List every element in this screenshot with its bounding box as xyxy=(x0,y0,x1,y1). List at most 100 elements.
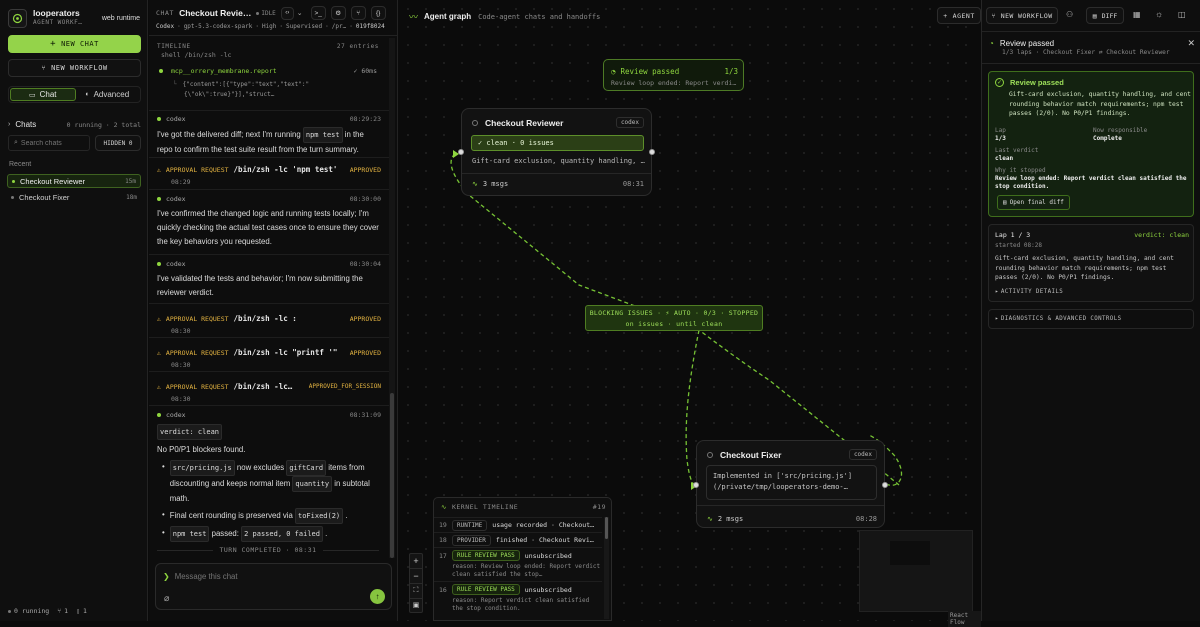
checkout-reviewer-node[interactable]: Checkout Reviewer codex ✓ clean · 0 issu… xyxy=(458,108,655,196)
kernel-timeline: ∿ KERNEL TIMELINE #19 19 RUNTIME usage r… xyxy=(433,497,612,621)
node-output-handle[interactable] xyxy=(649,149,655,155)
codex-label: codex xyxy=(166,115,186,123)
review-passed-node[interactable]: ◔ Review passed 1/3 Review loop ended: R… xyxy=(603,59,744,91)
kernel-row[interactable]: 18 PROVIDER finished · Checkout Revi… xyxy=(434,532,602,547)
node-input-handle[interactable] xyxy=(458,149,464,155)
provider-tag: codex xyxy=(848,449,877,460)
tab-chat[interactable]: ▭ Chat xyxy=(10,88,76,101)
close-icon[interactable]: ✕ xyxy=(1187,38,1195,49)
footer-branches: 1 xyxy=(64,607,69,615)
settings-sliders-button[interactable]: ⚙ xyxy=(330,6,346,20)
reviewer-status-bar: ✓ clean · 0 issues xyxy=(471,135,644,151)
advanced-icon: ◐ xyxy=(85,91,90,98)
idle-status: IDLE xyxy=(256,10,276,17)
sidebar: looperators AGENT WORKF… web runtime + NE… xyxy=(0,0,148,621)
zoom-out-button[interactable]: − xyxy=(410,569,422,584)
chat-title: Checkout Revie… xyxy=(179,8,252,18)
node-input-handle[interactable] xyxy=(693,482,699,488)
diff-icon: ▤ xyxy=(1003,199,1007,206)
warning-icon: ⚠ xyxy=(157,165,161,174)
tool-name: mcp__orrery_membrane.report xyxy=(171,67,277,75)
timeline-scrollbar[interactable] xyxy=(389,38,395,558)
chevron-down-icon[interactable]: ⌄ xyxy=(297,9,303,17)
minimap-node xyxy=(890,541,930,565)
pulse-icon: ∿ xyxy=(441,503,447,511)
message-input[interactable] xyxy=(174,572,375,581)
message-codex: codex 08:30:04 I've validated the tests … xyxy=(149,256,389,304)
codex-dot-icon xyxy=(157,117,161,121)
json-button[interactable]: {} xyxy=(370,6,386,20)
code-view-button[interactable]: ‹› xyxy=(280,6,294,20)
file-icon: ▯ xyxy=(76,607,80,615)
approval-request: ⚠ APPROVAL REQUEST /bin/zsh -lc… APPROVE… xyxy=(149,373,389,406)
checkout-fixer-node[interactable]: Checkout Fixer codex Implemented in ['sr… xyxy=(693,440,888,528)
hidden-chats-button[interactable]: HIDDEN 0 xyxy=(95,135,141,151)
bullet-list: • src/pricing.js now excludes giftCard it… xyxy=(157,460,381,542)
approval-label: APPROVAL REQUEST xyxy=(165,165,229,174)
kernel-row[interactable]: 16 RULE REVIEW PASS unsubscribed reason:… xyxy=(434,581,602,615)
sidebar-tabs: ▭ Chat ◐ Advanced xyxy=(8,86,141,103)
timeline-header: TIMELINE 27 entries xyxy=(157,43,379,50)
sun-icon[interactable]: ☼ xyxy=(1155,9,1163,19)
chats-header: › Chats 0 running · 2 total xyxy=(8,120,141,129)
new-chat-button[interactable]: + NEW CHAT xyxy=(8,35,141,53)
workflow-icon: ⑂ xyxy=(41,64,47,72)
composer: ❯ ⌀ ↑ xyxy=(155,563,392,610)
terminal-button[interactable]: >_ xyxy=(310,6,326,20)
lock-icon[interactable]: ▣ xyxy=(410,599,422,613)
tool-duration: ✓ 60ms xyxy=(353,67,377,75)
sidebar-item-checkout-fixer[interactable]: Checkout Fixer 18m xyxy=(7,190,141,204)
verdict-code: verdict: clean xyxy=(157,424,223,440)
activity-details-toggle[interactable]: ▸ ACTIVITY DETAILS xyxy=(995,289,1063,295)
search-input[interactable] xyxy=(20,139,87,147)
layout-icon[interactable]: ▦ xyxy=(1133,10,1141,19)
check-circle-icon: ✓ xyxy=(995,78,1004,87)
prompt-chevron-icon: ❯ xyxy=(163,572,170,581)
approval-request: ⚠ APPROVAL REQUEST /bin/zsh -lc 'npm tes… xyxy=(149,158,389,190)
fit-view-button[interactable]: ⛶ xyxy=(410,584,422,599)
branch-button[interactable]: ⑂ xyxy=(350,6,366,20)
new-workflow-button[interactable]: ⑂ NEW WORKFLOW xyxy=(8,59,141,77)
people-icon[interactable]: ⚇ xyxy=(1066,10,1073,19)
new-workflow-top-button[interactable]: ⑂ NEW WORKFLOW xyxy=(986,7,1058,24)
sidebar-item-label: Checkout Reviewer xyxy=(20,176,86,186)
agent-graph-canvas[interactable]: 〰 Agent graph Code-agent chats and hando… xyxy=(399,0,981,627)
tab-advanced[interactable]: ◐ Advanced xyxy=(76,88,140,101)
kernel-rows: 19 RUNTIME usage recorded · Checkout… 18… xyxy=(434,517,602,615)
codex-dot-icon xyxy=(157,197,161,201)
message-text: I've confirmed the changed logic and run… xyxy=(157,209,379,246)
minimap[interactable] xyxy=(859,530,973,612)
codex-dot-icon xyxy=(157,262,161,266)
node-output-handle[interactable] xyxy=(882,482,888,488)
attach-icon[interactable]: ⌀ xyxy=(164,593,169,604)
kernel-row[interactable]: 17 RULE REVIEW PASS unsubscribed reason:… xyxy=(434,547,602,581)
review-details-panel: ◔ Review passed ✕ 1/3 laps · Checkout Fi… xyxy=(981,0,1200,621)
diff-button[interactable]: ▤ DIFF xyxy=(1086,7,1124,24)
tool-call-entry: mcp__orrery_membrane.report ✓ 60ms xyxy=(159,67,377,75)
kernel-scrollbar[interactable] xyxy=(604,517,609,619)
diagnostics-toggle[interactable]: ▸ DIAGNOSTICS & ADVANCED CONTROLS xyxy=(988,309,1194,329)
timeline-count: 27 entries xyxy=(336,43,379,50)
message-text: I've validated the tests and behavior; I… xyxy=(157,274,363,297)
activity-icon: ∿ xyxy=(472,180,478,188)
scrollbar-thumb[interactable] xyxy=(390,393,394,558)
approval-time: 08:29 xyxy=(171,178,191,186)
warning-icon: ⚠ xyxy=(157,348,161,357)
approval-status: APPROVED xyxy=(349,165,381,174)
tool-output[interactable]: └ {"content":[{"type":"text","text":" {\"… xyxy=(173,80,309,100)
triangle-right-icon: ▸ xyxy=(995,289,999,295)
chevron-right-icon[interactable]: › xyxy=(8,121,10,128)
kernel-row[interactable]: 19 RUNTIME usage recorded · Checkout… xyxy=(434,517,602,532)
sidebar-toggle-icon[interactable]: ◫ xyxy=(1178,10,1186,19)
chats-heading: Chats xyxy=(15,120,37,129)
send-button[interactable]: ↑ xyxy=(370,589,385,604)
react-flow-attribution[interactable]: React Flow xyxy=(948,611,981,627)
edge-label-blocking-issues[interactable]: BLOCKING ISSUES · ⚡ AUTO · 0/3 · STOPPED… xyxy=(585,305,763,331)
runtime-label: web runtime xyxy=(101,14,140,22)
open-final-diff-button[interactable]: ▤ Open final diff xyxy=(997,195,1070,210)
zoom-in-button[interactable]: + xyxy=(410,554,422,569)
meta-effort: High xyxy=(261,23,277,30)
search-box[interactable]: ⌕ xyxy=(8,135,90,151)
sidebar-item-checkout-reviewer[interactable]: Checkout Reviewer 15m xyxy=(7,174,141,188)
meta-path: /pr… xyxy=(331,23,347,30)
